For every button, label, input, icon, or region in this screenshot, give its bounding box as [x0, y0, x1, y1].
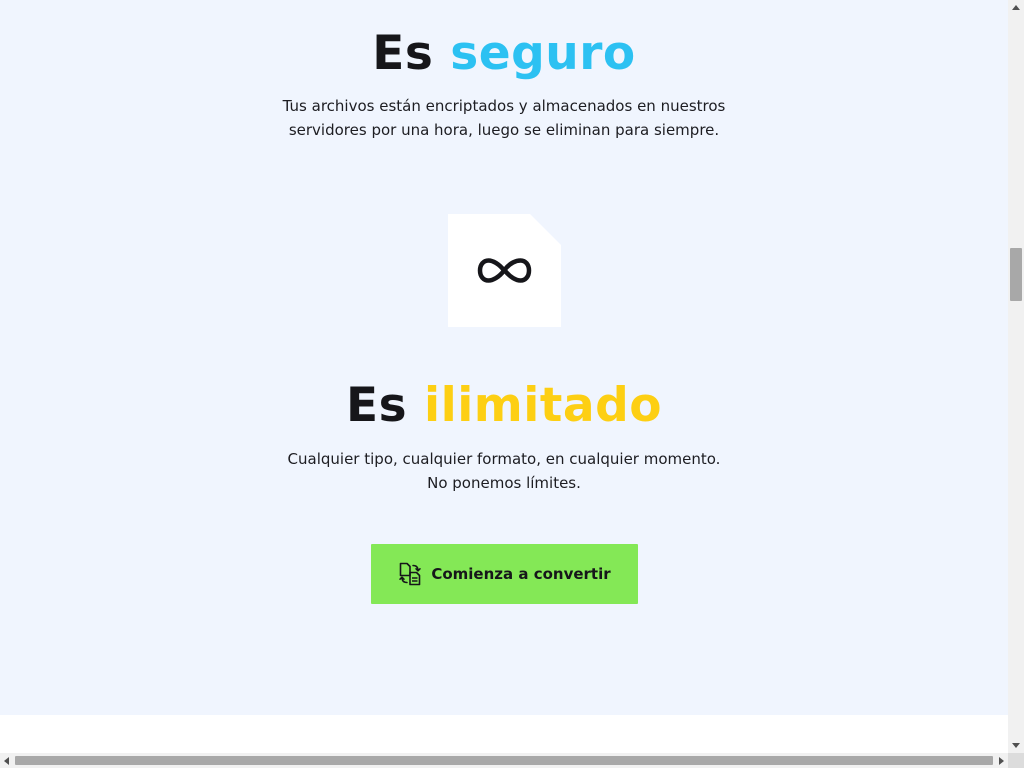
unlimited-description: Cualquier tipo, cualquier formato, en cu…	[0, 447, 1008, 495]
horizontal-scroll-thumb[interactable]	[15, 756, 993, 765]
secure-heading-accent: seguro	[450, 26, 636, 81]
scroll-up-arrow-icon[interactable]	[1012, 5, 1020, 10]
secure-description: Tus archivos están encriptados y almacen…	[0, 94, 1008, 142]
secure-description-line: Tus archivos están encriptados y almacen…	[282, 97, 726, 115]
vertical-scroll-thumb[interactable]	[1010, 248, 1022, 301]
unlimited-description-line: No ponemos límites.	[427, 474, 581, 492]
start-converting-label: Comienza a convertir	[431, 565, 611, 583]
scroll-left-arrow-icon[interactable]	[4, 757, 9, 765]
scroll-right-arrow-icon[interactable]	[999, 757, 1004, 765]
vertical-scrollbar[interactable]	[1008, 0, 1024, 753]
start-converting-button[interactable]: Comienza a convertir	[371, 544, 638, 604]
secure-description-line: servidores por una hora, luego se elimin…	[288, 121, 720, 139]
unlimited-heading-prefix: Es	[346, 378, 408, 433]
page: Es seguro Tus archivos están encriptados…	[0, 0, 1008, 753]
infinity-document-card	[448, 214, 561, 327]
unlimited-description-line: Cualquier tipo, cualquier formato, en cu…	[287, 450, 721, 468]
unlimited-heading: Es ilimitado	[0, 378, 1008, 433]
document-shape	[448, 214, 561, 327]
secure-heading: Es seguro	[0, 26, 1008, 81]
secure-heading-prefix: Es	[372, 26, 434, 81]
scroll-down-arrow-icon[interactable]	[1012, 743, 1020, 748]
unlimited-heading-accent: ilimitado	[423, 378, 662, 433]
horizontal-scrollbar[interactable]	[0, 753, 1008, 768]
scrollbar-corner	[1008, 753, 1024, 768]
features-section: Es seguro Tus archivos están encriptados…	[0, 0, 1008, 715]
convert-files-icon	[399, 562, 422, 586]
